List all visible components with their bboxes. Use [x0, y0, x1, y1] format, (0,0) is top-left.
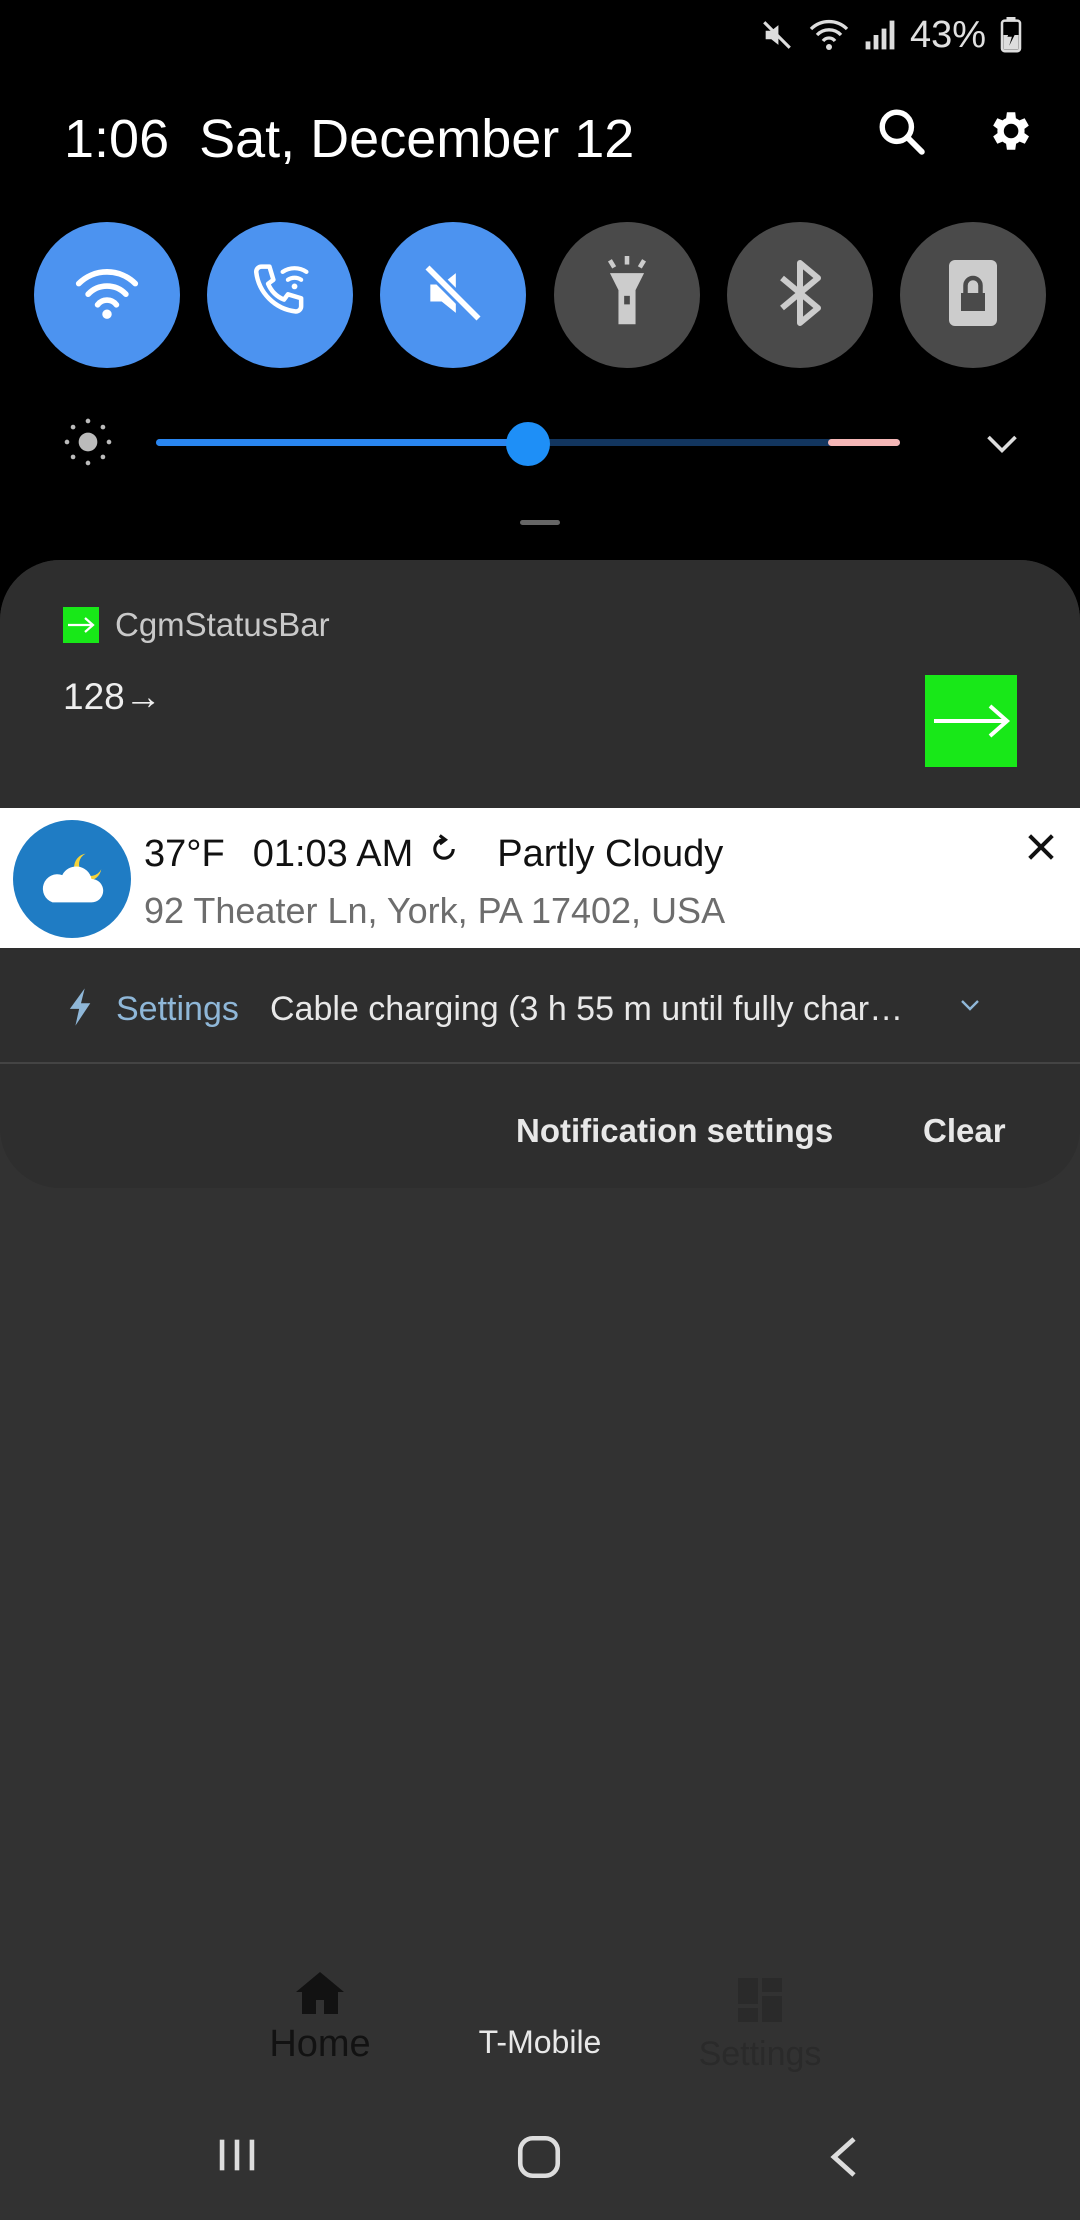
battery-charging-icon — [1000, 17, 1022, 53]
refresh-icon[interactable] — [427, 832, 461, 876]
weather-time: 01:03 AM — [252, 832, 414, 875]
notification-settings-button[interactable]: Notification settings — [516, 1112, 833, 1150]
flashlight-icon — [597, 255, 657, 335]
signal-status-icon — [864, 19, 896, 51]
brightness-icon — [60, 414, 116, 475]
chevron-down-icon[interactable] — [984, 428, 1020, 463]
wifi-toggle[interactable] — [34, 222, 180, 368]
cgm-notification[interactable]: CgmStatusBar 128→ — [0, 560, 1080, 806]
cgm-app-header: CgmStatusBar — [63, 606, 330, 644]
mute-status-icon — [760, 18, 794, 52]
weather-temperature: 37°F — [144, 832, 225, 875]
charging-notification[interactable]: Settings Cable charging (3 h 55 m until … — [0, 952, 1080, 1064]
quick-settings-tiles — [34, 222, 1046, 368]
flashlight-toggle[interactable] — [553, 222, 700, 368]
dock-settings-label: Settings — [698, 2035, 822, 2073]
dock-settings[interactable]: Settings — [690, 1976, 830, 2074]
dock-home-label: Home — [269, 2023, 371, 2065]
lock-icon — [945, 257, 1001, 334]
close-icon[interactable] — [1024, 830, 1058, 869]
cgm-app-name: CgmStatusBar — [115, 606, 330, 643]
lightning-icon — [68, 988, 94, 1031]
glucose-value: 128→ — [63, 676, 162, 717]
gear-icon[interactable] — [984, 106, 1034, 161]
weather-notification[interactable]: 37°F 01:03 AM Partly Cloudy 92 Theater L… — [0, 808, 1080, 948]
carrier-name: T-Mobile — [478, 2024, 602, 2060]
dashboard-icon — [736, 1978, 784, 2028]
charging-status: Cable charging (3 h 55 m until fully cha… — [270, 990, 904, 1028]
wifi-icon — [74, 263, 140, 328]
wifi-calling-toggle[interactable] — [207, 222, 354, 368]
home-icon — [294, 1972, 346, 2020]
clock-date: 1:06 Sat, December 12 — [64, 104, 634, 174]
notification-actions: Notification settings Clear — [0, 1066, 1080, 1186]
mute-icon — [419, 259, 487, 332]
wifi-calling-icon — [243, 256, 317, 335]
chevron-down-icon[interactable] — [958, 996, 982, 1019]
search-icon[interactable] — [876, 106, 926, 161]
weather-summary: 37°F 01:03 AM Partly Cloudy — [144, 832, 723, 876]
trend-arrow-icon — [925, 675, 1017, 767]
navigation-bar — [0, 2100, 1080, 2220]
bluetooth-icon — [772, 257, 828, 334]
home-nav-icon[interactable] — [514, 2132, 564, 2187]
brightness-control — [60, 414, 1020, 474]
brightness-thumb[interactable] — [506, 422, 550, 466]
arrow-right-icon — [63, 607, 99, 643]
charging-app-name: Settings — [116, 990, 239, 1028]
header-actions — [876, 106, 1034, 161]
back-icon[interactable] — [824, 2132, 864, 2187]
recents-icon[interactable] — [214, 2132, 260, 2183]
quick-settings-shade: 43% 1:06 Sat, December 12 — [0, 0, 1080, 640]
bluetooth-toggle[interactable] — [726, 222, 873, 368]
brightness-limit-marker — [828, 439, 900, 446]
panel-drag-handle[interactable] — [520, 520, 560, 525]
mute-toggle[interactable] — [380, 222, 527, 368]
weather-address: 92 Theater Ln, York, PA 17402, USA — [144, 890, 726, 931]
launcher-dock: Home T-Mobile Settings — [0, 1960, 1080, 2080]
partly-cloudy-night-icon — [13, 820, 131, 938]
notification-panel: CgmStatusBar 128→ 37°F 01:03 AM Partly C… — [0, 560, 1080, 1188]
clock: 1:06 — [64, 109, 170, 169]
screen-lock-toggle[interactable] — [899, 222, 1046, 368]
wifi-status-icon — [808, 18, 850, 52]
status-bar: 43% — [760, 10, 1022, 60]
dock-home[interactable]: Home — [260, 1970, 380, 2066]
date: Sat, December 12 — [199, 109, 635, 169]
clear-button[interactable]: Clear — [923, 1112, 1006, 1150]
brightness-fill — [156, 439, 528, 446]
weather-condition: Partly Cloudy — [497, 832, 724, 875]
battery-percent: 43% — [909, 13, 986, 56]
